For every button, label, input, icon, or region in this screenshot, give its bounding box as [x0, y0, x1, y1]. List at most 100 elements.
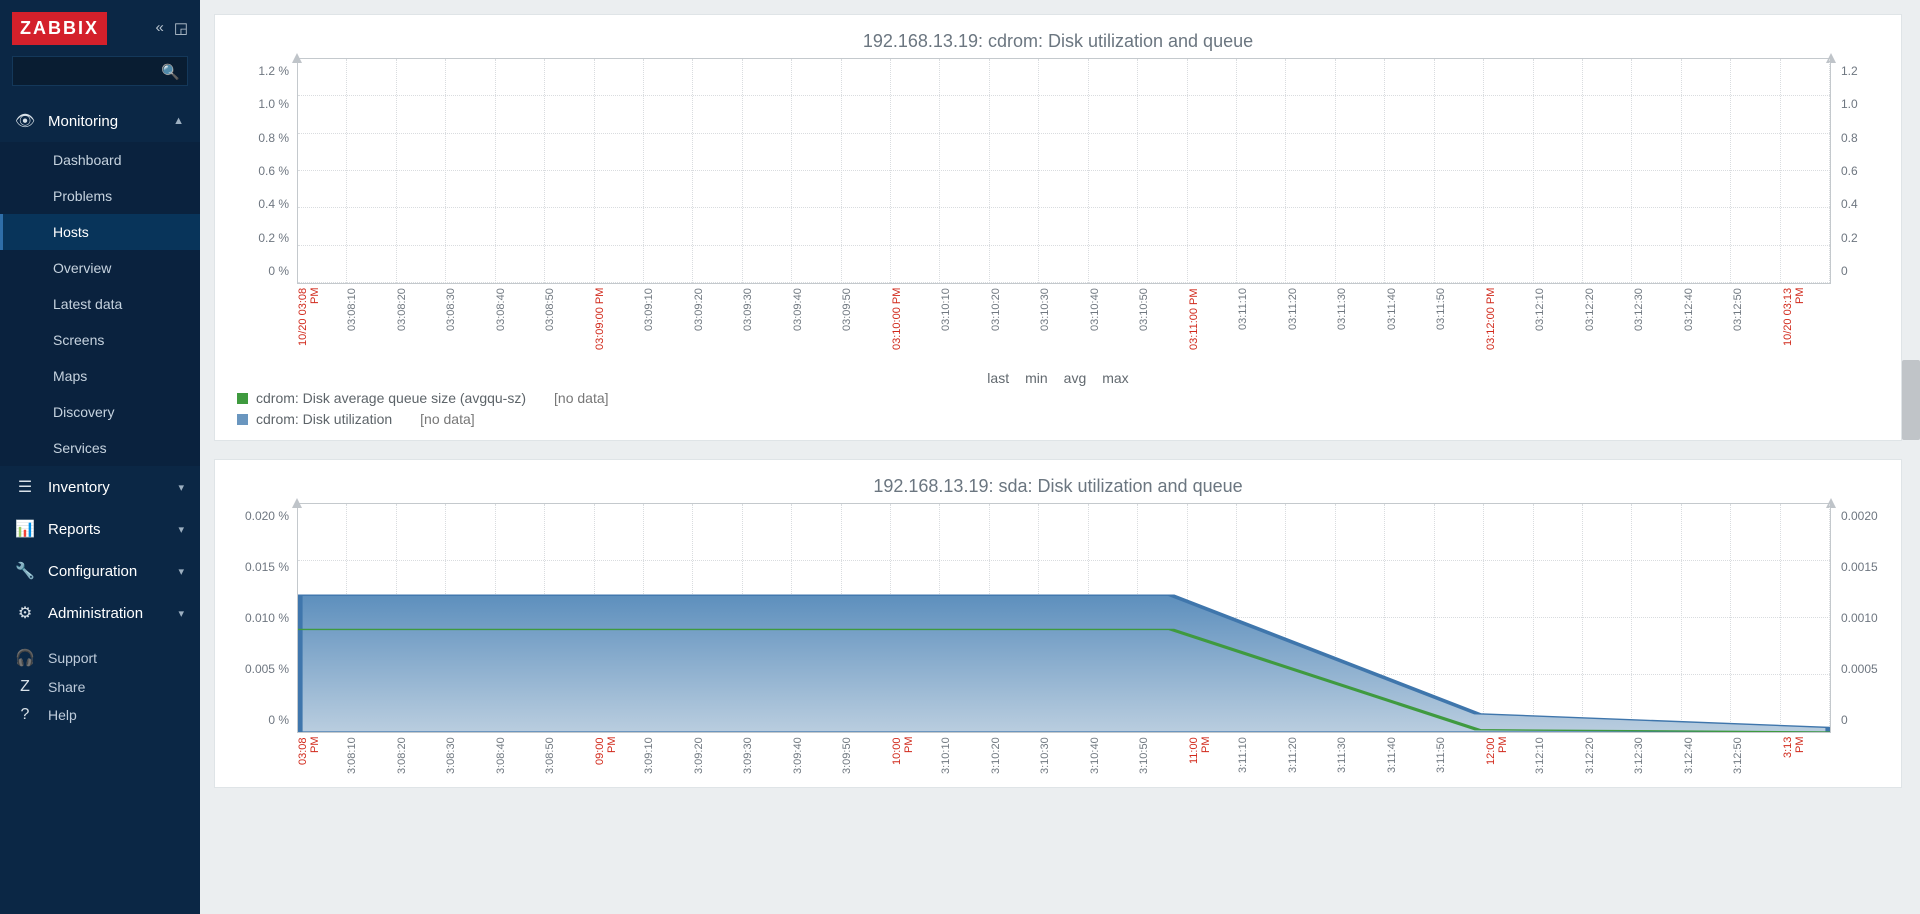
y-axis-right: 0.00200.00150.00100.00050 [1831, 503, 1891, 733]
legend: cdrom: Disk average queue size (avgqu-sz… [225, 388, 1891, 430]
axis-tick: 1.0 % [225, 97, 289, 111]
axis-tick: 3:12:10 [1534, 737, 1583, 777]
axis-tick: 03:11:00 PM [1188, 288, 1237, 366]
axis-tick: 3:08:10 [346, 737, 395, 777]
search-wrap: 🔍 [0, 56, 200, 100]
main[interactable]: 192.168.13.19: cdrom: Disk utilization a… [200, 0, 1920, 914]
fullscreen-icon[interactable]: ◲ [174, 19, 188, 37]
axis-tick: 11:00 PM [1188, 737, 1237, 777]
axis-tick: 03:09:40 [792, 288, 841, 366]
sidebar-item-overview[interactable]: Overview [0, 250, 200, 286]
legend-row: cdrom: Disk utilization [no data] [237, 409, 1891, 430]
axis-tick: 0.6 [1841, 164, 1891, 178]
nav-head-configuration[interactable]: 🔧 Configuration ▾ [0, 550, 200, 592]
axis-tick: 1.2 % [225, 64, 289, 78]
axis-tick: 3:10:50 [1138, 737, 1187, 777]
axis-tick: 0.0020 [1841, 509, 1891, 523]
sidebar-item-discovery[interactable]: Discovery [0, 394, 200, 430]
chart-body: 0.020 %0.015 %0.010 %0.005 %0 % [225, 503, 1891, 733]
nav-footer: 🎧 Support Z Share ? Help [0, 634, 200, 738]
chevron-down-icon: ▾ [178, 523, 184, 536]
share-icon: Z [16, 678, 34, 696]
plot-area[interactable] [297, 503, 1831, 733]
axis-tick: 12:00 PM [1485, 737, 1534, 777]
axis-tick: 0 [1841, 713, 1891, 727]
axis-tick: 3:11:50 [1435, 737, 1484, 777]
axis-tick: 1.0 [1841, 97, 1891, 111]
sidebar-item-maps[interactable]: Maps [0, 358, 200, 394]
axis-tick: 10/20 03:13 PM [1782, 288, 1831, 366]
legend-row: cdrom: Disk average queue size (avgqu-sz… [237, 388, 1891, 409]
axis-tick: 3:09:40 [792, 737, 841, 777]
axis-tick: 03:10:20 [990, 288, 1039, 366]
chevron-down-icon: ▾ [178, 565, 184, 578]
axis-tick: 03:09:30 [742, 288, 791, 366]
axis-tick: 0.6 % [225, 164, 289, 178]
axis-tick: 10:00 PM [891, 737, 940, 777]
search-icon[interactable]: 🔍 [161, 63, 180, 81]
axis-tick: 03:09:10 [643, 288, 692, 366]
axis-tick: 03:11:50 [1435, 288, 1484, 366]
nav-label: Administration [48, 605, 143, 622]
plot-area[interactable] [297, 58, 1831, 284]
sidebar-item-dashboard[interactable]: Dashboard [0, 142, 200, 178]
axis-tick: 03:11:40 [1386, 288, 1435, 366]
axis-tick: 0.005 % [225, 662, 289, 676]
nav: 👁 Monitoring ▲ DashboardProblemsHostsOve… [0, 100, 200, 914]
nav-head-administration[interactable]: ⚙ Administration ▾ [0, 592, 200, 634]
help-link[interactable]: ? Help [16, 706, 184, 724]
axis-tick: 03:12:50 [1732, 288, 1781, 366]
axis-tick: 0 % [225, 264, 289, 278]
sidebar-item-services[interactable]: Services [0, 430, 200, 466]
footer-label: Support [48, 650, 97, 666]
axis-tick: 03:08 PM [297, 737, 346, 777]
axis-tick: 3:11:30 [1336, 737, 1385, 777]
collapse-icon[interactable]: « [155, 19, 163, 37]
axis-tick: 0.4 % [225, 197, 289, 211]
axis-tick: 03:10:30 [1039, 288, 1088, 366]
chart-card-sda: 192.168.13.19: sda: Disk utilization and… [214, 459, 1902, 788]
gear-icon: ⚙ [16, 603, 34, 623]
sidebar-item-latest-data[interactable]: Latest data [0, 286, 200, 322]
chevron-up-icon: ▲ [173, 115, 184, 127]
sidebar-item-hosts[interactable]: Hosts [0, 214, 200, 250]
legend-swatch-icon [237, 393, 248, 404]
nav-label: Monitoring [48, 113, 118, 130]
chart-title: 192.168.13.19: cdrom: Disk utilization a… [225, 21, 1891, 58]
axis-tick: 3:09:20 [693, 737, 742, 777]
axis-tick: 3:08:40 [495, 737, 544, 777]
axis-tick: 3:11:20 [1287, 737, 1336, 777]
chevron-down-icon: ▾ [178, 481, 184, 494]
axis-tick: 3:09:30 [742, 737, 791, 777]
axis-tick: 03:11:30 [1336, 288, 1385, 366]
nav-head-monitoring[interactable]: 👁 Monitoring ▲ [0, 100, 200, 142]
axis-tick: 3:10:30 [1039, 737, 1088, 777]
axis-tick: 3:10:20 [990, 737, 1039, 777]
sidebar-item-screens[interactable]: Screens [0, 322, 200, 358]
axis-tick: 3:09:50 [841, 737, 890, 777]
axis-tick: 3:10:10 [940, 737, 989, 777]
sidebar-item-problems[interactable]: Problems [0, 178, 200, 214]
share-link[interactable]: Z Share [16, 678, 184, 696]
axis-tick: 03:09:00 PM [594, 288, 643, 366]
nav-head-inventory[interactable]: ☰ Inventory ▾ [0, 466, 200, 508]
x-axis: 03:08 PM3:08:103:08:203:08:303:08:403:08… [225, 733, 1891, 777]
axis-tick: 03:08:10 [346, 288, 395, 366]
axis-tick: 0.2 [1841, 231, 1891, 245]
axis-tick: 3:13 PM [1782, 737, 1831, 777]
axis-tick: 0.8 [1841, 131, 1891, 145]
scrollbar-thumb[interactable] [1902, 360, 1920, 440]
support-link[interactable]: 🎧 Support [16, 648, 184, 668]
axis-tick: 03:08:40 [495, 288, 544, 366]
axis-tick: 10/20 03:08 PM [297, 288, 346, 366]
nav-head-reports[interactable]: 📊 Reports ▾ [0, 508, 200, 550]
wrench-icon: 🔧 [16, 561, 34, 581]
footer-label: Share [48, 679, 85, 695]
axis-tick: 3:12:50 [1732, 737, 1781, 777]
axis-tick: 03:10:10 [940, 288, 989, 366]
chart-svg [298, 504, 1830, 732]
logo[interactable]: ZABBIX [12, 12, 107, 45]
help-icon: ? [16, 706, 34, 724]
axis-tick: 0 % [225, 713, 289, 727]
x-axis: 10/20 03:08 PM03:08:1003:08:2003:08:3003… [225, 284, 1891, 366]
